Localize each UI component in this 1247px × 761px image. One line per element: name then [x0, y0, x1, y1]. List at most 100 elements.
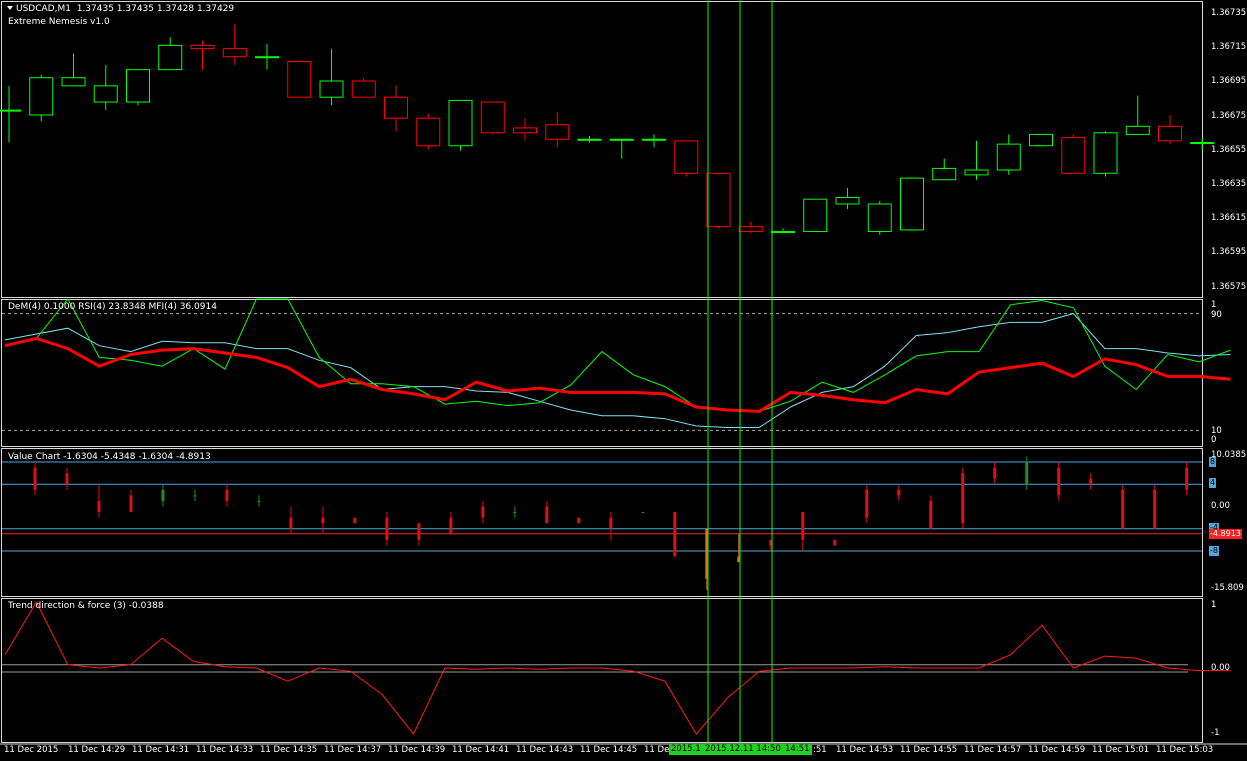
crosshair-time-tag: 14:51: [783, 744, 812, 755]
symbol-name: USDCAD,M1: [16, 4, 71, 14]
pane-frame: [1, 448, 1203, 597]
osc-axis-label: 90: [1211, 310, 1222, 320]
value-axis-label: -15.809: [1211, 583, 1244, 593]
candle-body: [513, 127, 537, 134]
time-label: 11 Dec 14:59: [1028, 745, 1086, 755]
time-label: 11 Dec 14:29: [68, 745, 126, 755]
candle-body: [1125, 125, 1150, 135]
candle-body: [384, 96, 408, 119]
price-axis-label: 1.36675: [1211, 111, 1247, 121]
candle-body: [642, 138, 666, 141]
candle-body: [61, 77, 86, 87]
value-bar-body: [193, 495, 197, 497]
value-bar-body: [449, 517, 453, 535]
chart-canvas[interactable]: [0, 0, 1247, 761]
value-bar-body: [673, 512, 677, 557]
time-label: 11 Dec 14:39: [388, 745, 446, 755]
price-axis-label: 1.36695: [1211, 76, 1247, 86]
value-bar-body: [897, 489, 901, 496]
value-bar-body: [641, 512, 645, 514]
candle-body: [932, 167, 957, 181]
candle-body: [480, 101, 505, 134]
value-bar-body: [353, 517, 357, 524]
price-axis-label: 1.36655: [1211, 145, 1247, 155]
value-bar-body: [1089, 478, 1093, 485]
time-label: 11 Dec 15:03: [1156, 745, 1214, 755]
time-label: 11 Dec 14:35: [260, 745, 318, 755]
trend-axis-label: 0.00: [1211, 663, 1230, 673]
pane-frame: [1, 299, 1203, 447]
symbol-title[interactable]: USDCAD,M1 1.37435 1.37435 1.37428 1.3742…: [6, 4, 234, 15]
candle-body: [545, 124, 570, 140]
candle-body: [996, 143, 1021, 171]
candle-body: [609, 138, 634, 141]
value-bar-body: [513, 512, 517, 514]
value-bar-body: [385, 517, 389, 540]
value-bar-body: [1025, 462, 1029, 485]
candle-body: [287, 61, 312, 98]
level-tag: 8: [1209, 457, 1217, 467]
price-axis-label: 1.36635: [1211, 179, 1247, 189]
ohlc-values: 1.37435 1.37435 1.37428 1.37429: [76, 4, 235, 14]
candle-body: [319, 80, 344, 98]
time-label: 11 Dec 15:01: [1092, 745, 1150, 755]
candle-body: [738, 226, 763, 233]
level-tag: 4: [1209, 478, 1217, 488]
candle-body: [803, 198, 828, 233]
price-axis-label: 1.36715: [1211, 42, 1247, 52]
time-label: 11 Dec 14:55: [900, 745, 958, 755]
candle-body: [900, 177, 924, 231]
value-bar-body: [289, 517, 293, 529]
value-bar-body: [65, 473, 69, 485]
candle-body: [158, 44, 183, 71]
value-bar-body: [321, 517, 325, 524]
value-bar-body: [833, 539, 837, 546]
value-axis-label: 0.00: [1211, 501, 1230, 511]
trend-axis-label: 1: [1211, 600, 1217, 610]
time-label: 11 Dec 14:31: [132, 745, 190, 755]
value-bar-body: [993, 467, 997, 479]
osc-axis-label: 0: [1211, 435, 1217, 445]
candle-body: [1029, 133, 1053, 147]
value-bar-body: [33, 467, 37, 490]
price-axis-label: 1.36615: [1211, 213, 1247, 223]
osc-axis-label: 1: [1211, 300, 1217, 310]
value-bar-body: [1121, 489, 1125, 529]
time-label: 11 Dec 2015: [4, 745, 59, 755]
price-axis-label: 1.36595: [1211, 247, 1247, 257]
crosshair-time-tag: 2015.12.11 14:50: [703, 744, 783, 755]
value-bar-body: [481, 506, 485, 518]
time-label: 11 Dec 14:53: [836, 745, 894, 755]
candle-body: [706, 172, 731, 228]
value-bar-body: [225, 489, 229, 501]
value-bar-body: [801, 512, 805, 540]
trend-line: [4, 600, 1231, 735]
indicator-name: Extreme Nemesis v1.0: [8, 17, 110, 27]
candle-body: [93, 85, 118, 103]
candle-body: [1190, 142, 1215, 144]
candle-body: [835, 197, 860, 205]
candle-body: [222, 48, 247, 58]
value-bar-body: [257, 500, 261, 502]
time-label: 11 Dec 14:57: [964, 745, 1022, 755]
candle-body: [351, 80, 376, 98]
pane-frame: [1, 598, 1203, 743]
dropdown-arrow-icon[interactable]: [7, 6, 13, 10]
candle-body: [416, 117, 441, 147]
value-bar-body: [161, 489, 165, 501]
candle-body: [964, 169, 989, 176]
candle-body: [577, 138, 602, 141]
value-bar-body: [609, 517, 613, 529]
time-label: 11 Dec 14:37: [324, 745, 382, 755]
price-axis-label: 1.36735: [1211, 8, 1247, 18]
value-bar-body: [577, 517, 581, 524]
candle-body: [190, 44, 215, 50]
value-bar-body: [97, 500, 101, 513]
value-bar-body: [129, 495, 133, 513]
value-bar-body: [545, 506, 549, 524]
candle-body: [1158, 125, 1182, 142]
trend-title: Trend direction & force (3) -0.0388: [8, 601, 164, 611]
current-value-tag: -4.8913: [1209, 529, 1242, 539]
candle-body: [1061, 137, 1086, 174]
dem-line: [4, 336, 1231, 413]
